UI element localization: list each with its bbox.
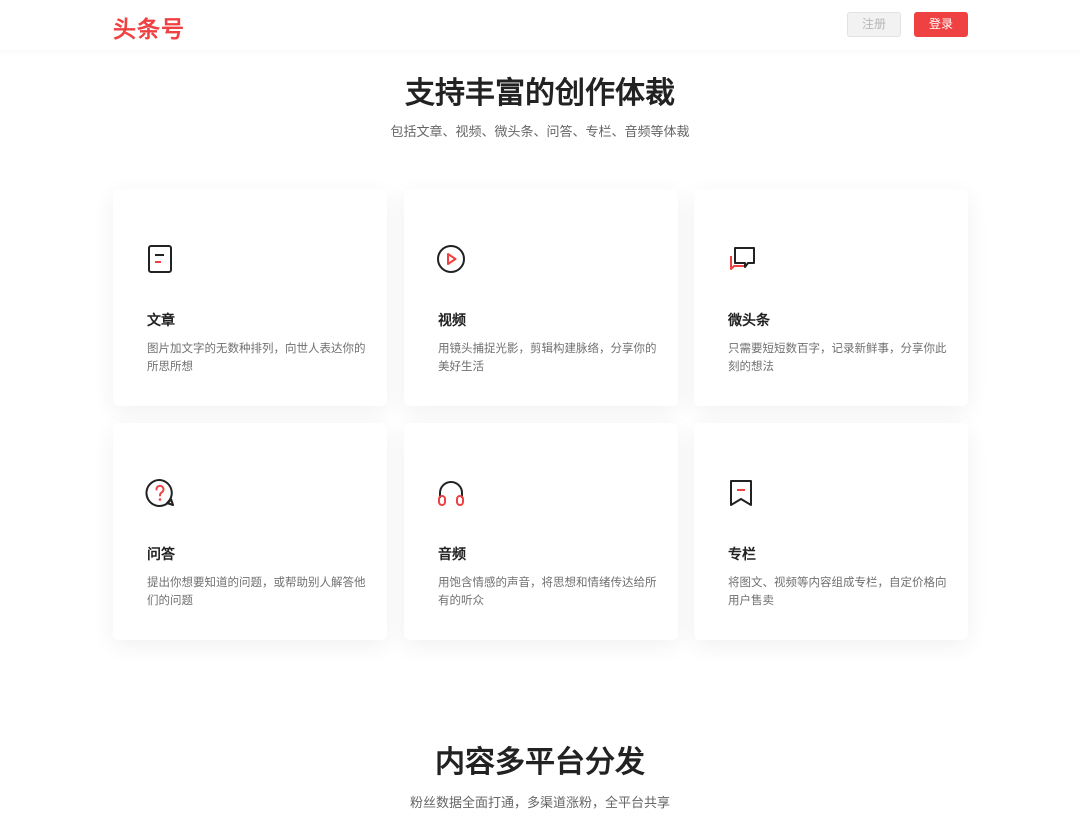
section-subtitle-distribution: 粉丝数据全面打通，多渠道涨粉，全平台共享 [409, 796, 670, 811]
genre-card-column[interactable]: 专栏 将图文、视频等内容组成专栏，自定价格向用户售卖 [694, 423, 968, 640]
register-button[interactable]: 注册 [847, 12, 901, 37]
headphones-icon [436, 478, 466, 508]
card-title: 微头条 [728, 313, 770, 329]
login-button[interactable]: 登录 [914, 12, 968, 37]
card-description: 图片加文字的无数种排列，向世人表达你的所思所想 [147, 341, 366, 373]
card-title: 音频 [438, 547, 466, 563]
card-description: 用饱含情感的声音，将思想和情绪传达给所有的听众 [438, 575, 657, 607]
section-title-distribution: 内容多平台分发 [435, 745, 645, 780]
top-header: 头条号 注册 登录 [0, 0, 1080, 50]
bookmark-icon [726, 478, 756, 508]
card-description: 只需要短短数百字，记录新鲜事，分享你此刻的想法 [728, 341, 947, 373]
card-description: 将图文、视频等内容组成专栏，自定价格向用户售卖 [728, 575, 947, 607]
card-description: 提出你想要知道的问题，或帮助别人解答他们的问题 [147, 575, 366, 607]
genre-card-video[interactable]: 视频 用镜头捕捉光影，剪辑构建脉络，分享你的美好生活 [404, 189, 678, 406]
genre-card-article[interactable]: 文章 图片加文字的无数种排列，向世人表达你的所思所想 [113, 189, 387, 406]
article-icon [145, 244, 175, 274]
question-icon [145, 478, 175, 508]
card-title: 问答 [147, 547, 175, 563]
logo[interactable]: 头条号 [113, 10, 185, 44]
play-icon [436, 244, 466, 274]
section-subtitle-genres: 包括文章、视频、微头条、问答、专栏、音频等体裁 [390, 125, 690, 140]
section-title-genres: 支持丰富的创作体裁 [405, 76, 675, 111]
card-title: 专栏 [728, 547, 756, 563]
card-title: 文章 [147, 313, 175, 329]
genre-card-micro[interactable]: 微头条 只需要短短数百字，记录新鲜事，分享你此刻的想法 [694, 189, 968, 406]
genre-card-audio[interactable]: 音频 用饱含情感的声音，将思想和情绪传达给所有的听众 [404, 423, 678, 640]
genre-card-qa[interactable]: 问答 提出你想要知道的问题，或帮助别人解答他们的问题 [113, 423, 387, 640]
card-description: 用镜头捕捉光影，剪辑构建脉络，分享你的美好生活 [438, 341, 657, 373]
chat-bubbles-icon [726, 244, 756, 274]
card-title: 视频 [438, 313, 466, 329]
